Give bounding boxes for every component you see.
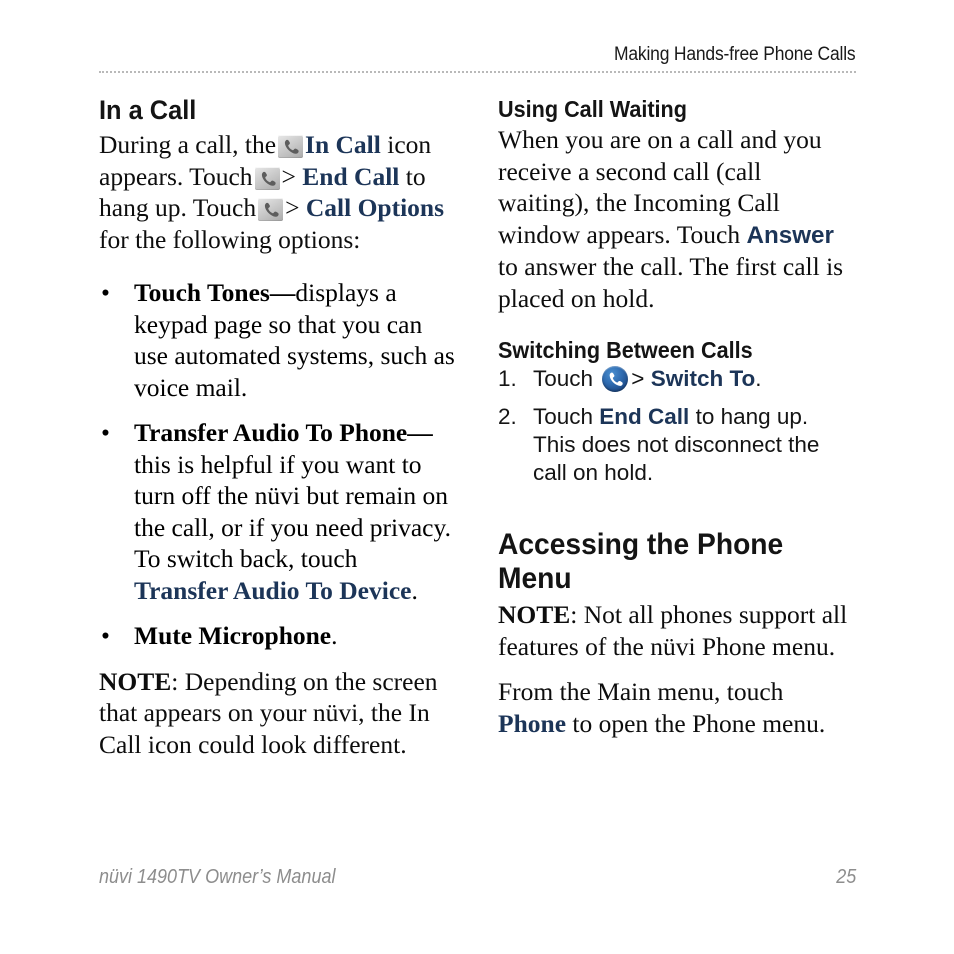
end-call-label[interactable]: End Call — [302, 162, 399, 191]
heading-in-a-call: In a Call — [99, 95, 197, 125]
page-number: 25 — [835, 866, 856, 888]
bullet-text-after: . — [411, 575, 418, 605]
right-column: Using Call Waiting When you are on a cal… — [498, 95, 855, 739]
phone-circle-icon — [602, 366, 629, 392]
note-label: NOTE — [498, 600, 571, 629]
step-number: 1. — [498, 366, 517, 391]
separator-chevron: > — [285, 193, 300, 222]
bullet-term: Touch Tones — [134, 278, 270, 307]
header-title: Making Hands-free Phone Calls — [613, 44, 856, 65]
heading-accessing-the-phone-menu: Accessing the Phone Menu — [498, 528, 834, 596]
step-text-before: Touch — [533, 366, 600, 391]
step-text-after: . — [755, 366, 762, 391]
separator-chevron: > — [281, 161, 296, 191]
bullet-icon: • — [101, 418, 110, 447]
in-call-intro-paragraph: During a call, the In Call icon appears. … — [99, 129, 456, 255]
intro-text-4: for the following options: — [99, 224, 361, 254]
bullet-icon: • — [101, 621, 110, 650]
bullet-dash: — — [407, 418, 433, 447]
heading-line-2: Menu — [498, 562, 572, 595]
list-item: 1. Touch > Switch To. — [498, 365, 855, 393]
step-number: 2. — [498, 404, 517, 429]
heading-switching-between-calls: Switching Between Calls — [498, 337, 753, 363]
bullet-text: . — [331, 621, 338, 650]
list-item: 2. Touch End Call to hang up. This does n… — [498, 403, 855, 487]
call-options-list: • Touch Tones—displays a keypad page so t… — [99, 277, 456, 652]
in-call-note: NOTE: Depending on the screen that appea… — [99, 666, 456, 761]
switching-steps-list: 1. Touch > Switch To. 2. Touch End Call to… — [498, 365, 855, 487]
accessing-note: NOTE: Not all phones support all feature… — [498, 599, 855, 662]
header-divider — [99, 71, 856, 75]
phone-label[interactable]: Phone — [498, 709, 566, 738]
call-waiting-text-after: to answer the call. The first call is pl… — [498, 252, 844, 313]
list-item: • Touch Tones—displays a keypad page so t… — [99, 277, 456, 403]
bullet-term: Mute Microphone — [134, 621, 332, 650]
manual-page: Making Hands-free Phone Calls In a Call … — [0, 0, 954, 954]
answer-label[interactable]: Answer — [746, 222, 834, 249]
call-waiting-paragraph: When you are on a call and you receive a… — [498, 124, 855, 314]
in-call-label[interactable]: In Call — [305, 130, 381, 159]
call-options-label[interactable]: Call Options — [306, 193, 444, 222]
page-footer: nüvi 1490TV Owner’s Manual 25 — [99, 866, 856, 894]
bullet-term: Transfer Audio To Phone — [134, 418, 408, 447]
transfer-audio-to-device-label[interactable]: Transfer Audio To Device — [134, 576, 411, 605]
heading-line-1: Accessing the Phone — [498, 528, 784, 561]
footer-manual-title: nüvi 1490TV Owner’s Manual — [99, 866, 336, 888]
list-item: • Transfer Audio To Phone—this is helpful… — [99, 417, 456, 606]
note-label: NOTE — [99, 666, 172, 696]
end-call-label[interactable]: End Call — [599, 404, 689, 429]
bullet-dash: — — [269, 278, 296, 307]
accessing-text-after: to open the Phone menu. — [566, 708, 826, 738]
in-call-phone-icon — [254, 166, 280, 190]
bullet-icon: • — [101, 278, 110, 307]
left-column: In a Call During a call, the In Call icon… — [99, 95, 456, 760]
separator-chevron: > — [631, 366, 645, 391]
step-text-before: Touch — [533, 404, 600, 429]
in-call-phone-icon — [278, 135, 304, 158]
bullet-text-before: this is helpful if you want to turn off … — [134, 449, 451, 574]
accessing-paragraph: From the Main menu, touch Phone to open … — [498, 676, 855, 739]
in-call-phone-icon — [258, 198, 284, 221]
heading-using-call-waiting: Using Call Waiting — [498, 96, 687, 122]
intro-text-1: During a call, the — [99, 130, 277, 159]
list-item: • Mute Microphone. — [99, 620, 456, 652]
accessing-text-before: From the Main menu, touch — [498, 677, 784, 706]
switch-to-label[interactable]: Switch To — [651, 366, 756, 391]
page-header: Making Hands-free Phone Calls — [99, 44, 856, 66]
